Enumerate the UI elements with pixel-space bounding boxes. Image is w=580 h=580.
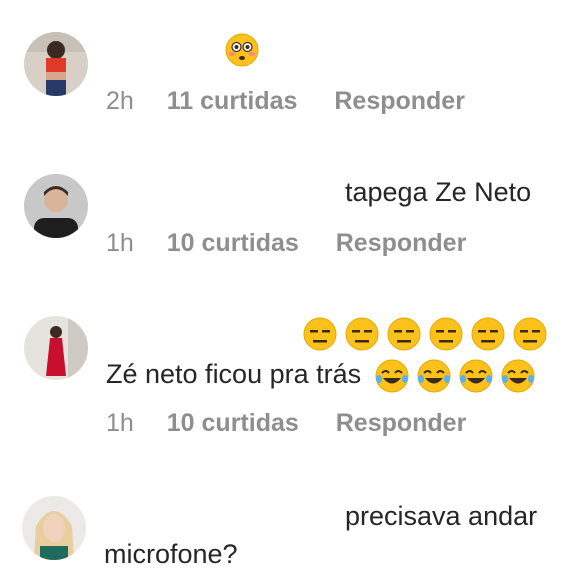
laughing-tears-emoji — [501, 359, 535, 393]
expressionless-face-emoji — [303, 317, 337, 351]
avatar[interactable] — [24, 32, 88, 96]
avatar[interactable] — [24, 316, 88, 380]
comment-time: 1h — [106, 229, 134, 257]
comment-meta: 1h 10 curtidas Responder — [106, 228, 466, 258]
expressionless-face-emoji — [345, 317, 379, 351]
avatar[interactable] — [24, 174, 88, 238]
expressionless-face-emoji — [471, 317, 505, 351]
reply-button[interactable]: Responder — [336, 229, 467, 257]
expressionless-face-emoji — [513, 317, 547, 351]
comment-meta: 1h 10 curtidas Responder — [106, 408, 466, 438]
flushed-face-emoji — [225, 33, 259, 67]
comment-text-line2: microfone? — [104, 539, 238, 569]
comment-text — [225, 32, 267, 67]
comment-text: tapega Ze Neto — [345, 177, 532, 207]
likes-count[interactable]: 10 curtidas — [167, 229, 299, 257]
emoji-row — [303, 316, 555, 351]
avatar[interactable] — [22, 496, 86, 560]
comment-time: 2h — [106, 87, 134, 115]
likes-count[interactable]: 10 curtidas — [167, 409, 299, 437]
laughing-tears-emoji — [375, 359, 409, 393]
laughing-tears-emoji — [417, 359, 451, 393]
comment-text-row: Zé neto ficou pra trás — [106, 358, 543, 393]
comment-time: 1h — [106, 409, 134, 437]
reply-button[interactable]: Responder — [334, 87, 465, 115]
comment-text-line1: precisava andar — [345, 501, 538, 531]
expressionless-face-emoji — [429, 317, 463, 351]
expressionless-face-emoji — [387, 317, 421, 351]
comment-meta: 2h 11 curtidas Responder — [106, 86, 465, 116]
reply-button[interactable]: Responder — [336, 409, 467, 437]
likes-count[interactable]: 11 curtidas — [167, 87, 298, 115]
laughing-tears-emoji — [459, 359, 493, 393]
comment-text: Zé neto ficou pra trás — [106, 359, 362, 389]
